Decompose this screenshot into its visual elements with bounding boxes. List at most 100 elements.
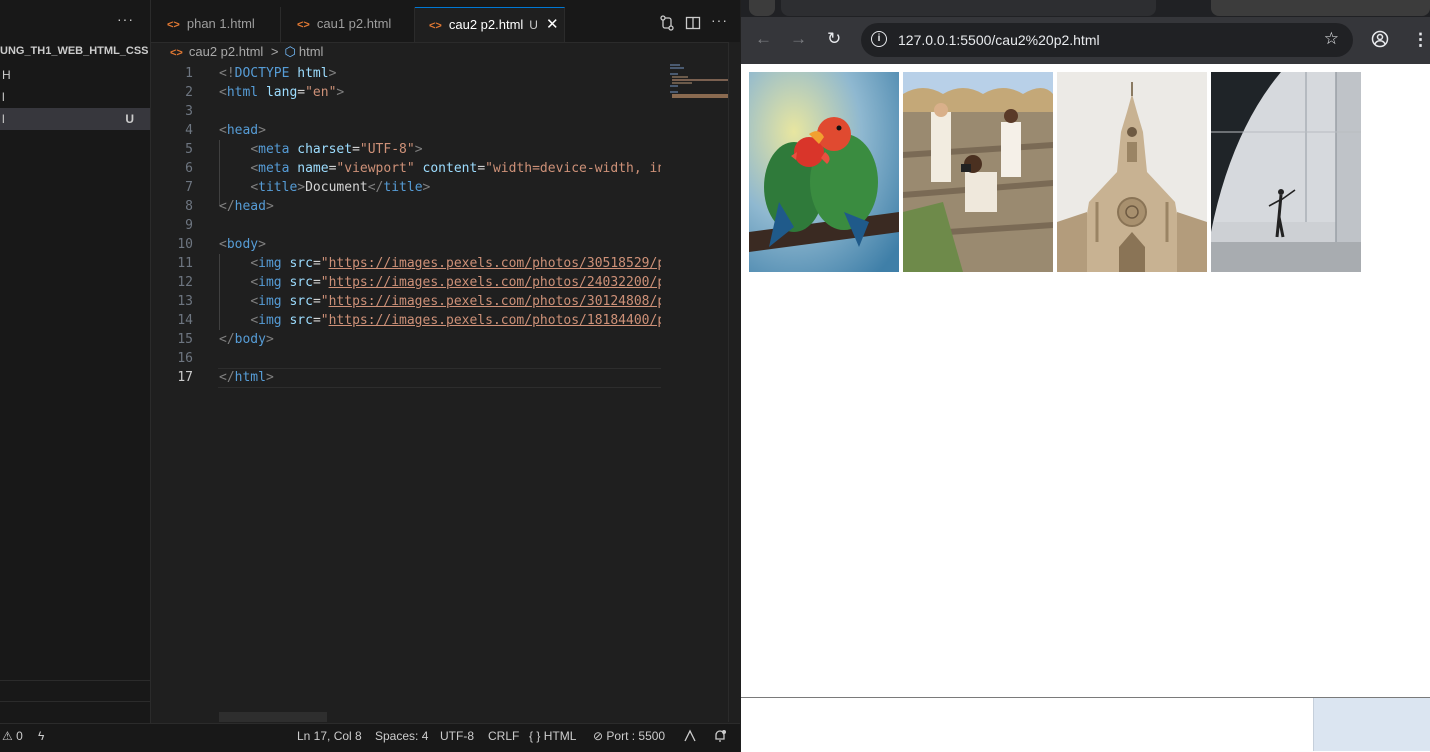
code-token: title (383, 180, 423, 195)
explorer-more-icon[interactable]: ··· (117, 11, 134, 27)
code-editor[interactable]: 1 <!DOCTYPE html> 2 <html lang="en"> 3 4 <head… (151, 64, 661, 719)
breadcrumb: <> cau2 p2.html > ⬡ html (170, 44, 323, 62)
code-text: </html> (219, 368, 274, 387)
code-text: <meta name="viewport" content="width=dev… (219, 159, 661, 178)
live-server-port[interactable]: ⊘ Port : 5500 (593, 729, 665, 743)
code-text: <img src="https://images.pexels.com/phot… (219, 311, 661, 330)
compare-changes-icon[interactable] (659, 15, 675, 34)
back-icon[interactable]: ← (755, 29, 772, 49)
split-editor-icon[interactable] (685, 15, 701, 34)
browser-menu-icon[interactable]: ⋮ (1412, 30, 1429, 50)
explorer-sidebar: ··· UNG_TH1_WEB_HTML_CSS H l lU (0, 0, 151, 723)
code-token: https://images.pexels.com/photos/2403220… (328, 275, 661, 290)
code-text: <img src="https://images.pexels.com/phot… (219, 254, 661, 273)
eol-setting[interactable]: CRLF (488, 729, 519, 743)
project-title[interactable]: UNG_TH1_WEB_HTML_CSS (0, 45, 149, 57)
forward-icon[interactable]: → (790, 29, 807, 49)
browser-toolbar: ← → ↻ i 127.0.0.1:5500/cau2%20p2.html ☆ … (741, 17, 1430, 64)
code-token: name (297, 161, 329, 176)
code-token: = (312, 256, 321, 271)
html-file-icon: <> (167, 19, 180, 31)
browser-tab[interactable] (749, 0, 775, 16)
code-token: "viewport" (336, 161, 423, 176)
line-number: 12 (177, 275, 193, 290)
profile-icon[interactable] (1371, 30, 1389, 53)
code-token: body (226, 237, 259, 252)
tree-item-3[interactable]: lU (0, 108, 150, 130)
code-token: " (320, 313, 329, 328)
tab-cau2-p2[interactable]: <> cau2 p2.html U ✕ (415, 7, 565, 42)
address-bar[interactable]: i 127.0.0.1:5500/cau2%20p2.html ☆ (861, 23, 1353, 57)
browser-tab[interactable] (1211, 0, 1430, 16)
lightning-icon[interactable]: ϟ (38, 729, 44, 743)
tab-label: cau1 p2.html (316, 16, 392, 31)
code-token: = (312, 294, 321, 309)
code-token: "width=device-width, ini (485, 161, 661, 176)
line-number: 8 (185, 199, 193, 214)
more-actions-icon[interactable]: ··· (711, 12, 728, 28)
tree-item-1[interactable]: H (0, 64, 150, 86)
code-token: img (258, 313, 290, 328)
tab-label: cau2 p2.html (448, 17, 524, 32)
close-icon[interactable]: ✕ (546, 16, 559, 33)
code-token: = (312, 313, 321, 328)
tab-phan-1[interactable]: <> phan 1.html (151, 7, 281, 42)
breadcrumb-node[interactable]: html (299, 44, 324, 59)
code-token: src (289, 294, 313, 309)
breadcrumb-file[interactable]: cau2 p2.html (189, 44, 263, 59)
url-text[interactable]: 127.0.0.1:5500/cau2%20p2.html (898, 32, 1100, 48)
code-text: <head> (219, 121, 266, 140)
language-label: HTML (543, 729, 577, 743)
reload-icon[interactable]: ↻ (827, 29, 841, 49)
code-token: = (312, 275, 321, 290)
code-token: > (265, 370, 274, 385)
cursor-position[interactable]: Ln 17, Col 8 (297, 729, 362, 743)
notifications-icon[interactable] (713, 729, 727, 746)
language-mode[interactable]: { } HTML (529, 729, 576, 743)
line-number: 10 (177, 237, 193, 252)
line-number: 2 (185, 85, 193, 100)
vertical-scrollbar[interactable] (728, 42, 741, 722)
line-number: 1 (185, 66, 193, 81)
untracked-badge: U (125, 112, 134, 126)
indent-setting[interactable]: Spaces: 4 (375, 729, 428, 743)
browser-tab[interactable] (781, 0, 1156, 16)
tab-cau1-p2[interactable]: <> cau1 p2.html (281, 7, 415, 42)
code-token: head (226, 123, 259, 138)
port-label: Port : 5500 (606, 729, 666, 743)
code-token: title (258, 180, 298, 195)
line-number: 4 (185, 123, 193, 138)
code-token: > (265, 199, 274, 214)
line-number: 11 (177, 256, 193, 271)
code-token: < (250, 294, 259, 309)
code-text: </head> (219, 197, 274, 216)
code-token: <! (219, 66, 235, 81)
editor-tab-bar: <> phan 1.html <> cau1 p2.html <> cau2 p2.h… (151, 0, 740, 43)
encoding-setting[interactable]: UTF-8 (440, 729, 474, 743)
bookmark-star-icon[interactable]: ☆ (1324, 29, 1339, 49)
code-text: <title>Document</title> (219, 178, 430, 197)
line-number: 9 (185, 218, 193, 233)
minimap[interactable] (670, 64, 728, 104)
divider (0, 680, 150, 681)
code-token: https://images.pexels.com/photos/3051852… (328, 256, 661, 271)
code-token: = (297, 85, 306, 100)
code-token: html (234, 370, 266, 385)
code-token: img (258, 294, 290, 309)
line-number: 3 (185, 104, 193, 119)
account-icon[interactable] (683, 729, 697, 746)
code-token: img (258, 275, 290, 290)
line-number: 5 (185, 142, 193, 157)
code-token: https://images.pexels.com/photos/1818440… (328, 313, 661, 328)
site-info-icon[interactable]: i (871, 31, 887, 47)
problems-indicator[interactable]: ⚠ 0 (2, 729, 23, 743)
code-token: < (219, 237, 227, 252)
code-token: Document (305, 180, 368, 195)
tree-item-2[interactable]: l (0, 86, 150, 108)
code-token: " (320, 256, 329, 271)
code-token: < (250, 161, 259, 176)
horizontal-scrollbar[interactable] (219, 712, 327, 722)
